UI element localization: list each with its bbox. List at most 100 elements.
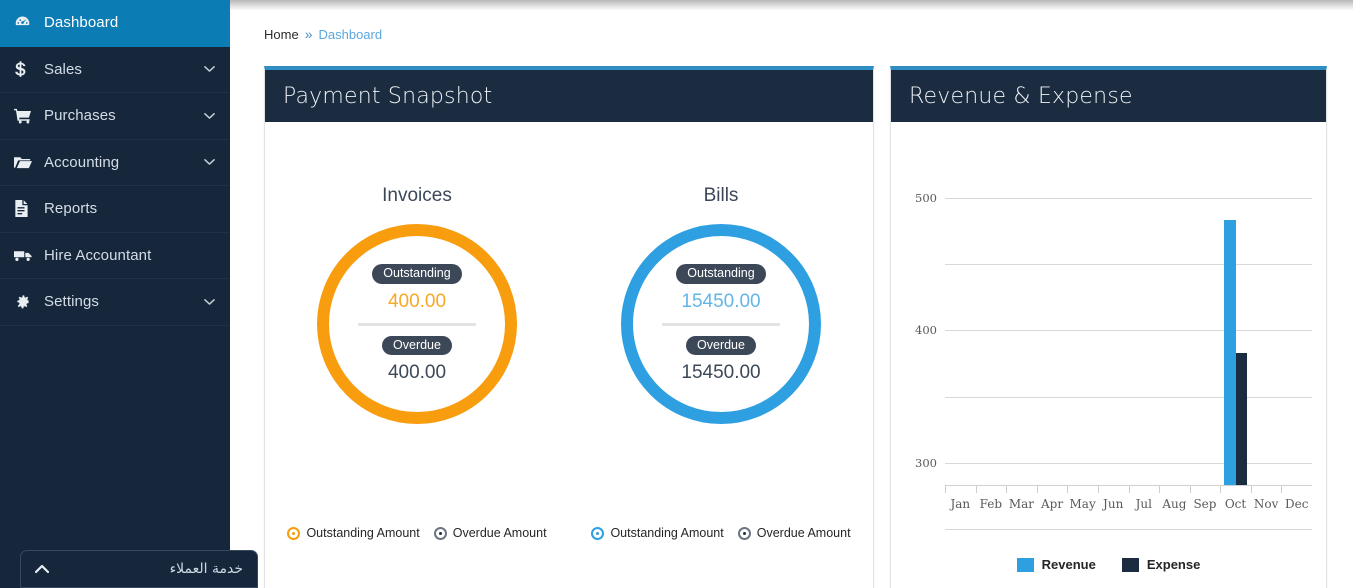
x-axis-tick: Dec xyxy=(1281,485,1312,529)
main-content: Home » Dashboard Payment Snapshot Invoic… xyxy=(230,10,1353,588)
donut-group-bills: Bills Outstanding 15450.00 Overdue 15450.00 xyxy=(569,122,873,424)
bar-chart-area: Jan Feb Mar Apr May Jun Jul Aug Sep Oct Nov Dec 0 10… xyxy=(903,191,1316,573)
x-axis-tick: Jul xyxy=(1128,485,1160,529)
donut-ring[interactable]: Outstanding 15450.00 Overdue 15450.00 xyxy=(621,224,821,424)
y-axis-tick-label: 500 xyxy=(915,191,937,205)
legend-label: Overdue Amount xyxy=(756,526,851,540)
payment-snapshot-header: Payment Snapshot xyxy=(265,70,873,122)
legend-item[interactable]: Overdue Amount xyxy=(433,526,547,540)
x-axis-tick: Mar xyxy=(1006,485,1037,529)
legend-item[interactable]: Outstanding Amount xyxy=(591,526,724,540)
chevron-up-icon xyxy=(35,564,49,574)
x-axis-tick: Feb xyxy=(975,485,1007,529)
donut-legend-bills: Outstanding Amount Overdue Amount xyxy=(569,526,873,540)
sidebar-item-purchases[interactable]: Purchases xyxy=(0,93,230,140)
sidebar-item-dashboard[interactable]: Dashboard xyxy=(0,0,230,47)
sidebar-item-hire-accountant[interactable]: Hire Accountant xyxy=(0,233,230,279)
tick-mark xyxy=(1189,485,1191,493)
donut-inner: Outstanding 400.00 Overdue 400.00 xyxy=(329,236,505,412)
sidebar-item-label: Sales xyxy=(44,60,83,78)
gridline: 300 xyxy=(915,330,1312,470)
breadcrumb-separator-icon: » xyxy=(304,26,313,42)
bar-chart-plot: Jan Feb Mar Apr May Jun Jul Aug Sep Oct Nov Dec 0 10… xyxy=(915,191,1312,530)
sidebar-item-label: Accounting xyxy=(44,153,120,171)
breadcrumb-home[interactable]: Home xyxy=(264,27,299,42)
sidebar-item-reports[interactable]: Reports xyxy=(0,186,230,233)
x-axis-tick-label: Apr xyxy=(1040,497,1064,511)
chevron-down-icon[interactable] xyxy=(202,158,216,166)
chart-legend-label: Revenue xyxy=(1041,557,1096,572)
chart-legend-item[interactable]: Expense xyxy=(1121,557,1201,572)
tick-mark xyxy=(1281,485,1283,493)
outstanding-amount: 400.00 xyxy=(387,290,447,312)
legend-swatch-icon xyxy=(1121,557,1139,572)
bar-chart: Jan Feb Mar Apr May Jun Jul Aug Sep Oct Nov Dec 0 10… xyxy=(891,122,1326,588)
revenue-expense-header: Revenue & Expense xyxy=(891,70,1326,122)
chart-legend-label: Expense xyxy=(1146,557,1201,572)
x-axis-tick-label: Mar xyxy=(1008,497,1035,511)
x-axis-tick: Sep xyxy=(1189,485,1221,529)
customer-service-chat-widget[interactable]: خدمة العملاء xyxy=(20,550,258,588)
sidebar-item-accounting[interactable]: Accounting xyxy=(0,140,230,186)
sidebar-item-label: Reports xyxy=(44,200,98,218)
donut-caption: Bills xyxy=(703,185,739,206)
bar-revenue-oct[interactable] xyxy=(1223,220,1236,485)
overdue-badge: Overdue xyxy=(686,335,756,355)
divider xyxy=(358,322,476,326)
sidebar: Dashboard Sales Purchases Accounting Reports… xyxy=(0,0,230,588)
overdue-amount: 15450.00 xyxy=(681,362,761,383)
chart-legend-item[interactable]: Revenue xyxy=(1016,557,1096,572)
donut-caption: Invoices xyxy=(382,185,452,206)
document-icon xyxy=(14,200,44,218)
x-axis-tick: May xyxy=(1067,485,1098,529)
legend-item[interactable]: Overdue Amount xyxy=(737,526,851,540)
x-axis-tick-label: Jun xyxy=(1103,497,1124,511)
x-axis-tick-label: Oct xyxy=(1224,497,1247,511)
revenue-expense-body: Jan Feb Mar Apr May Jun Jul Aug Sep Oct Nov Dec 0 10… xyxy=(891,122,1326,588)
legend-dot-icon xyxy=(591,526,605,540)
donut-group-invoices: Invoices Outstanding 400.00 Overdue 400.00 xyxy=(265,122,569,424)
dashboard-page: Dashboard Sales Purchases Accounting Reports… xyxy=(0,0,1353,588)
overdue-amount: 400.00 xyxy=(387,362,447,383)
x-axis-tick-label: May xyxy=(1069,497,1096,511)
sidebar-item-label: Hire Accountant xyxy=(44,246,152,264)
tick-mark xyxy=(1250,485,1252,493)
x-axis-tick: Jan xyxy=(945,485,976,529)
x-axis-tick-label: Jul xyxy=(1135,497,1152,511)
breadcrumb-current[interactable]: Dashboard xyxy=(318,27,382,42)
tick-mark xyxy=(1036,485,1038,493)
donut-ring[interactable]: Outstanding 400.00 Overdue 400.00 xyxy=(317,224,517,424)
tick-mark xyxy=(1006,485,1008,493)
x-axis-tick: Nov xyxy=(1250,485,1282,529)
shopping-cart-icon xyxy=(14,108,44,124)
chevron-down-icon[interactable] xyxy=(202,298,216,306)
sidebar-item-settings[interactable]: Settings xyxy=(0,279,230,326)
chat-widget-title: خدمة العملاء xyxy=(169,561,243,577)
bar-chart-legend: Revenue Expense xyxy=(891,557,1326,572)
legend-swatch-icon xyxy=(1016,557,1034,572)
x-axis-tick: Oct xyxy=(1220,485,1251,529)
legend-item[interactable]: Outstanding Amount xyxy=(287,526,420,540)
gridline: 400 xyxy=(915,264,1312,337)
legend-dot-icon xyxy=(287,526,301,540)
gridline: 500 xyxy=(915,191,1312,205)
sidebar-item-sales[interactable]: Sales xyxy=(0,47,230,93)
revenue-expense-panel: Revenue & Expense Jan Feb Mar Apr May Jun Jul A… xyxy=(890,66,1327,588)
tick-mark xyxy=(1128,485,1130,493)
open-folder-icon xyxy=(14,155,44,170)
dollar-icon xyxy=(14,60,44,78)
bar-expense-oct[interactable] xyxy=(1235,352,1248,485)
x-axis-tick: Apr xyxy=(1036,485,1068,529)
x-axis-tick: Aug xyxy=(1159,485,1190,529)
gridline: 100 xyxy=(945,462,1312,464)
donut-legend-invoices: Outstanding Amount Overdue Amount xyxy=(265,526,569,540)
tick-mark xyxy=(1220,485,1222,493)
bar-chart-x-axis: Jan Feb Mar Apr May Jun Jul Aug Sep Oct Nov Dec xyxy=(945,485,1312,529)
chevron-down-icon[interactable] xyxy=(202,65,216,73)
gear-icon xyxy=(14,294,44,310)
legend-label: Outstanding Amount xyxy=(306,526,420,540)
x-axis-tick-label: Aug xyxy=(1162,497,1187,511)
chevron-down-icon[interactable] xyxy=(202,112,216,120)
outstanding-badge: Outstanding xyxy=(676,264,766,284)
tick-mark xyxy=(975,485,977,493)
